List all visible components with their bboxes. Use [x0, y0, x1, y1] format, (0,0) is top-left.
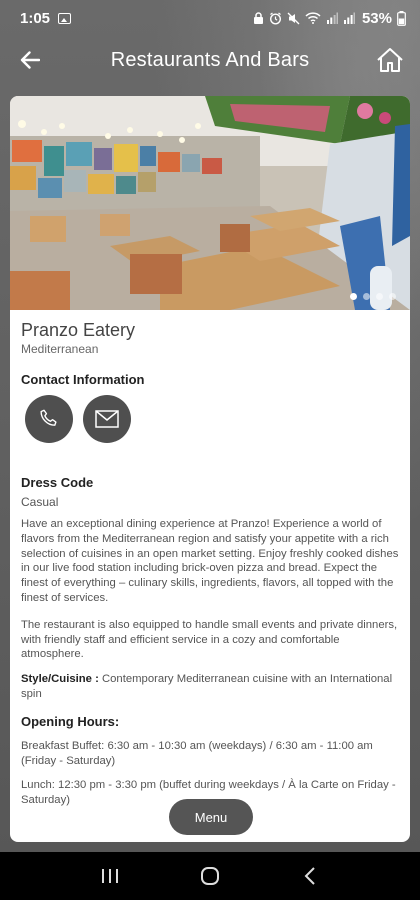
description-paragraph: The restaurant is also equipped to handl… [21, 618, 398, 661]
battery-icon [397, 10, 406, 26]
opening-hours-line: Breakfast Buffet: 6:30 am - 10:30 am (we… [21, 739, 373, 767]
home-icon [377, 48, 403, 72]
alarm-icon [269, 12, 281, 25]
app-header: Restaurants And Bars [0, 36, 420, 84]
carousel-dot[interactable] [389, 293, 396, 300]
contact-title: Contact Information [21, 372, 145, 387]
battery-percent: 53% [361, 9, 392, 27]
description-paragraph: Have an exceptional dining experience at… [21, 518, 399, 604]
home-button[interactable] [374, 44, 406, 76]
dress-code-value: Casual [21, 495, 59, 509]
page-title: Restaurants And Bars [110, 48, 310, 71]
chevron-left-icon [304, 867, 315, 885]
email-icon [95, 410, 119, 428]
opening-hours-title: Opening Hours: [21, 713, 120, 729]
system-nav-bar [0, 852, 420, 900]
contact-actions [25, 395, 399, 443]
style-cuisine: Style/Cuisine : Contemporary Mediterrane… [21, 672, 399, 702]
restaurant-details: Pranzo Eatery Mediterranean Contact Info… [10, 320, 410, 808]
email-button[interactable] [83, 395, 131, 443]
menu-button[interactable]: Menu [169, 799, 253, 835]
gallery-icon [58, 12, 72, 24]
restaurant-cuisine-tag: Mediterranean [21, 342, 99, 356]
recents-icon [102, 869, 118, 883]
dress-code-title: Dress Code [21, 475, 94, 490]
signal-icon [326, 12, 338, 24]
style-cuisine-label: Style/Cuisine : [21, 673, 99, 686]
status-time: 1:05 [20, 9, 51, 27]
restaurant-card: Pranzo Eatery Mediterranean Contact Info… [10, 96, 410, 842]
restaurant-photo-carousel[interactable] [10, 96, 410, 310]
wifi-icon [305, 12, 321, 24]
carousel-dots [350, 293, 396, 300]
lock-icon [253, 11, 263, 24]
back-button[interactable] [16, 46, 44, 74]
signal-icon [343, 12, 355, 24]
carousel-dot[interactable] [363, 293, 370, 300]
recents-button[interactable] [90, 856, 130, 896]
system-back-button[interactable] [290, 856, 330, 896]
mute-icon [287, 12, 300, 24]
arrow-left-icon [20, 51, 40, 69]
system-home-button[interactable] [190, 856, 230, 896]
phone-icon [40, 409, 57, 426]
carousel-dot[interactable] [350, 293, 357, 300]
call-button[interactable] [25, 395, 73, 443]
restaurant-name: Pranzo Eatery [21, 320, 136, 340]
status-bar: 1:05 53% [0, 0, 420, 36]
status-icons: 53% [253, 10, 406, 27]
restaurant-photo [10, 96, 410, 310]
carousel-dot[interactable] [376, 293, 383, 300]
home-circle-icon [201, 867, 219, 885]
